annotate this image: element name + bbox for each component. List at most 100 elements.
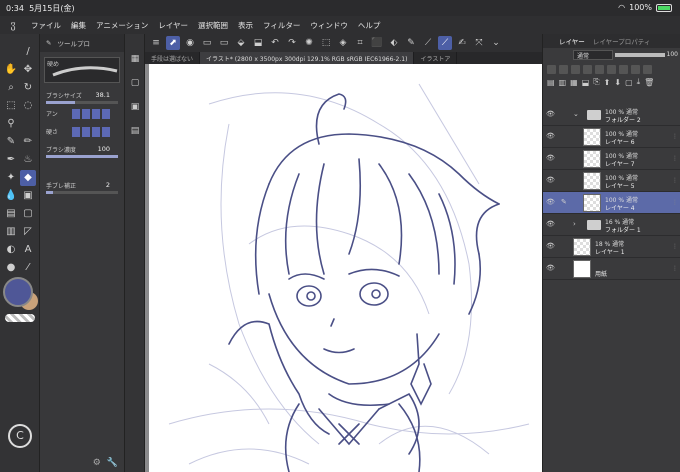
layer-color-icon[interactable]: ◉ (183, 36, 197, 50)
drawing-canvas[interactable] (149, 64, 542, 472)
redo-icon[interactable]: ↷ (285, 36, 299, 50)
color-layer-icon[interactable] (643, 64, 652, 74)
transparent-color-swatch[interactable] (5, 314, 35, 322)
pencil-icon[interactable]: ✏ (20, 134, 36, 150)
eraser-icon[interactable]: ◆ (20, 170, 36, 186)
layer-row-1[interactable]: 👁 18 % 通常 レイヤー 1 ⋮ (543, 236, 680, 258)
layer-row-7[interactable]: 👁 100 % 通常 レイヤー 7 ⋮ (543, 148, 680, 170)
trash-icon[interactable]: 🗑 (644, 78, 654, 87)
edit-bar-icon[interactable]: ✍ (455, 36, 469, 50)
text-icon[interactable]: A (20, 242, 36, 258)
deselect-icon[interactable]: ⬚ (319, 36, 333, 50)
doc-tab-1[interactable]: 手段は選ばない (145, 52, 201, 64)
eye-icon[interactable]: 👁 (546, 242, 555, 250)
pen-bar-icon[interactable]: ✎ (404, 36, 418, 50)
merge-icon[interactable]: ⬓ (582, 78, 590, 87)
brush-sub-icon[interactable]: / (20, 44, 36, 60)
grip-icon[interactable]: ⋮ (672, 243, 678, 250)
stroke-row[interactable] (44, 160, 120, 176)
frame-icon[interactable]: ▥ (3, 224, 19, 240)
grip-icon[interactable]: ⋮ (672, 265, 678, 272)
menu-animation[interactable]: アニメーション (91, 20, 153, 31)
eye-icon[interactable]: 👁 (546, 132, 555, 140)
copy-icon[interactable]: ⎘ (593, 77, 599, 87)
new-folder-icon[interactable]: ▦ (570, 78, 578, 87)
hardness-row[interactable]: 硬さ (44, 124, 120, 140)
select-icon[interactable]: ⬚ (3, 98, 19, 114)
chevron-right-icon[interactable]: › (573, 220, 576, 228)
eye-icon[interactable]: 👁 (546, 110, 555, 118)
menu-window[interactable]: ウィンドウ (305, 20, 353, 31)
eye-icon[interactable]: 👁 (546, 176, 555, 184)
stabilization-row[interactable]: 手ブレ補正 2 (44, 178, 120, 194)
active-tool-icon[interactable]: ⬈ (166, 36, 180, 50)
ruler-bar-icon[interactable]: ⟋ (421, 36, 435, 50)
correction-icon[interactable]: ● (3, 260, 19, 276)
pen-tab-icon[interactable]: ✎ (46, 39, 51, 47)
canvas-area[interactable] (145, 64, 542, 472)
blend-mode-select[interactable]: 通常 (573, 50, 613, 60)
brush-bar-icon[interactable]: ⟋ (438, 36, 452, 50)
layer-row-paper[interactable]: 👁 用紙 ⋮ (543, 258, 680, 280)
menu-edit[interactable]: 編集 (66, 20, 91, 31)
chevron-down-icon[interactable]: ⌄ (489, 36, 503, 50)
layer-row-5[interactable]: 👁 100 % 通常 レイヤー 5 ⋮ (543, 170, 680, 192)
zoom-icon[interactable]: ⌕ (3, 80, 19, 96)
clip-icon[interactable] (547, 64, 556, 74)
grip-icon[interactable]: ⋮ (672, 155, 678, 162)
crop-icon[interactable]: ⌗ (353, 36, 367, 50)
sub-view-icon[interactable]: ▣ (128, 102, 142, 114)
lock-icon[interactable] (571, 64, 580, 74)
export-icon[interactable]: ⬓ (251, 36, 265, 50)
wrench-icon[interactable]: 🔧 (107, 458, 118, 468)
new-vector-icon[interactable]: ▥ (559, 78, 567, 87)
ruler-layer-icon[interactable] (607, 64, 616, 74)
navigator-icon[interactable]: ▢ (128, 78, 142, 90)
layer-row-6[interactable]: 👁 100 % 通常 レイヤー 6 ⋮ (543, 126, 680, 148)
eyedropper-icon[interactable]: ⚲ (3, 116, 19, 132)
open-icon[interactable]: ▭ (217, 36, 231, 50)
pen-icon[interactable]: ✎ (3, 134, 19, 150)
loading-icon[interactable]: ✺ (302, 36, 316, 50)
airbrush-icon[interactable]: ♨ (20, 152, 36, 168)
undo-icon[interactable]: ↶ (268, 36, 282, 50)
menu-icon[interactable]: ≡ (149, 36, 163, 50)
line-correct-icon[interactable]: ⁄ (20, 260, 36, 276)
transform-icon[interactable]: ⬛ (370, 36, 384, 50)
menu-layer[interactable]: レイヤー (153, 20, 193, 31)
reference-icon[interactable] (559, 64, 568, 74)
brush-size-row[interactable]: ブラシサイズ 38.1 (44, 88, 120, 104)
zoom-in-icon[interactable]: ⬖ (387, 36, 401, 50)
menu-filter[interactable]: フィルター (258, 20, 305, 31)
app-logo-icon[interactable]: ჳ (0, 20, 26, 31)
chevron-down-icon[interactable]: ⌄ (573, 110, 579, 118)
eye-icon[interactable]: 👁 (546, 220, 555, 228)
down-icon[interactable]: ⬇ (614, 78, 621, 87)
menu-file[interactable]: ファイル (26, 20, 66, 31)
opacity-slider[interactable] (615, 53, 665, 57)
info-icon[interactable]: ▤ (128, 126, 142, 138)
tab-layer-property[interactable]: レイヤープロパティ (593, 36, 651, 46)
fill-icon[interactable]: ▣ (20, 188, 36, 204)
doc-tab-2[interactable]: イラスト* (2800 x 3500px 300dpi 129.1% RGB s… (200, 52, 415, 64)
companion-icon[interactable]: C (8, 424, 32, 448)
tab-layer[interactable]: レイヤー (559, 36, 585, 46)
settings-icon[interactable]: ⚙ (93, 458, 101, 468)
eye-icon[interactable]: 👁 (546, 198, 555, 206)
balloon-icon[interactable]: ◐ (3, 242, 19, 258)
eye-icon[interactable]: 👁 (546, 264, 555, 272)
new-layer-icon[interactable]: ▤ (547, 78, 555, 87)
move-icon[interactable]: ✥ (20, 62, 36, 78)
doc-tab-3[interactable]: イラストア (414, 52, 458, 64)
gradient-icon[interactable]: ▤ (3, 206, 19, 222)
layer-row-folder1[interactable]: 👁 › 16 % 通常 フォルダー 1 (543, 214, 680, 236)
lasso-icon[interactable]: ◌ (20, 98, 36, 114)
new-icon[interactable]: ▭ (200, 36, 214, 50)
palette-icon[interactable] (631, 64, 640, 74)
save-icon[interactable]: ⬙ (234, 36, 248, 50)
eye-icon[interactable]: 👁 (546, 154, 555, 162)
hand-icon[interactable]: ✋ (3, 62, 19, 78)
lock-alpha-icon[interactable] (583, 64, 592, 74)
layer-row-folder2[interactable]: 👁 ⌄ 100 % 通常 フォルダー 2 (543, 104, 680, 126)
shape-icon[interactable]: ▢ (20, 206, 36, 222)
